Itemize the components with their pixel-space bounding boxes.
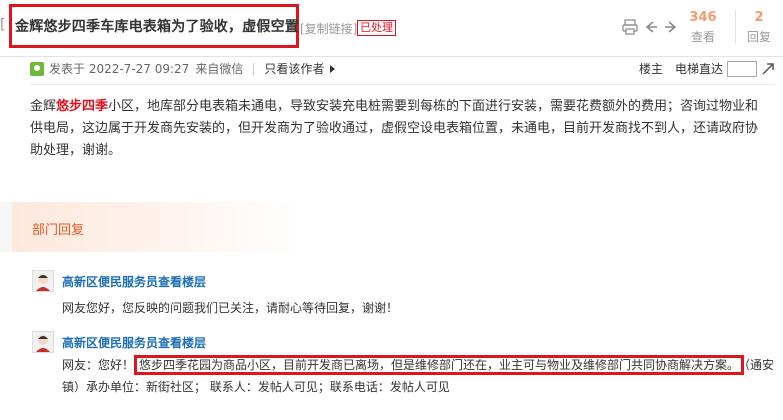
- views-stat: 346 查看: [688, 10, 718, 45]
- print-icon[interactable]: [621, 18, 639, 36]
- next-icon[interactable]: [662, 18, 680, 36]
- only-author-link[interactable]: 只看该作者: [264, 60, 324, 77]
- thread-header: [ 金辉悠步四季车库电表箱为了验收，虚假空置 [复制链接] 已处理 346 查看…: [0, 0, 783, 57]
- views-count: 346: [689, 10, 717, 25]
- floor-number-input[interactable]: [727, 60, 757, 77]
- post-text: 小区，地库部分电表箱未通电，导致安装充电桩需要到每栋的下面进行安装，需要花费额外…: [30, 99, 759, 158]
- views-label: 查看: [690, 30, 715, 44]
- stat-divider: [735, 10, 736, 44]
- reply-item: 高新区便民服务员查看楼层 网友：您好！ 悠步四季花园为商品小区，目前开发商已离场，…: [32, 331, 777, 401]
- replies-label: 回复: [746, 30, 771, 44]
- elevator-label: 电梯直达: [674, 62, 723, 76]
- go-arrow-icon[interactable]: [761, 62, 775, 76]
- replies-stat: 2 回复: [744, 10, 774, 45]
- title-bracket: [: [0, 17, 6, 33]
- reply-suffix: （通安: [744, 358, 775, 372]
- avatar: [32, 331, 54, 353]
- post-source: 来自微信: [195, 62, 244, 76]
- post-date: 发表于 2022-7-27 09:27: [49, 62, 190, 76]
- prev-icon[interactable]: [642, 18, 660, 36]
- post-meta: 发表于 2022-7-27 09:27 来自微信 只看该作者 楼主 电梯直达: [30, 60, 775, 82]
- copy-link-button[interactable]: [复制链接]: [300, 20, 357, 37]
- reply-author-link[interactable]: 高新区便民服务员查看楼层: [62, 334, 206, 351]
- status-badge: 已处理: [357, 20, 396, 36]
- reply-contact-line: 镇）承办单位：新街社区； 联系人：发帖人可见；联系电话：发帖人可见: [62, 380, 450, 394]
- post-highlight: 悠步四季: [56, 99, 109, 114]
- reply-text: 网友您好，您反映的问题我们已关注，请耐心等待回复，谢谢！: [62, 301, 399, 315]
- meta-divider: [30, 84, 775, 85]
- replies-count: 2: [754, 10, 764, 25]
- divider: [253, 62, 255, 75]
- reply-greeting: 网友：您好！: [62, 358, 135, 372]
- thread-title: 金辉悠步四季车库电表箱为了验收，虚假空置: [15, 19, 299, 35]
- post-content: 金辉悠步四季小区，地库部分电表箱未通电，导致安装充电桩需要到每栋的下面进行安装，…: [30, 96, 770, 162]
- floor-owner-label: 楼主: [638, 62, 663, 76]
- reply-text: 网友：您好！ 悠步四季花园为商品小区，目前开发商已离场，但是维修部门还在，业主可与…: [62, 355, 774, 375]
- reply-item: 高新区便民服务员查看楼层 网友您好，您反映的问题我们已关注，请耐心等待回复，谢谢…: [32, 270, 777, 320]
- post-prefix: 金辉: [30, 99, 57, 114]
- avatar: [32, 270, 54, 292]
- department-reply-label: 部门回复: [32, 223, 85, 238]
- reply-author-link[interactable]: 高新区便民服务员查看楼层: [62, 273, 206, 290]
- user-online-icon: [30, 61, 44, 76]
- play-arrow-icon: [330, 64, 336, 73]
- reply-highlight-box: 悠步四季花园为商品小区，目前开发商已离场，但是维修部门还在，业主可与物业及维修部…: [134, 355, 745, 375]
